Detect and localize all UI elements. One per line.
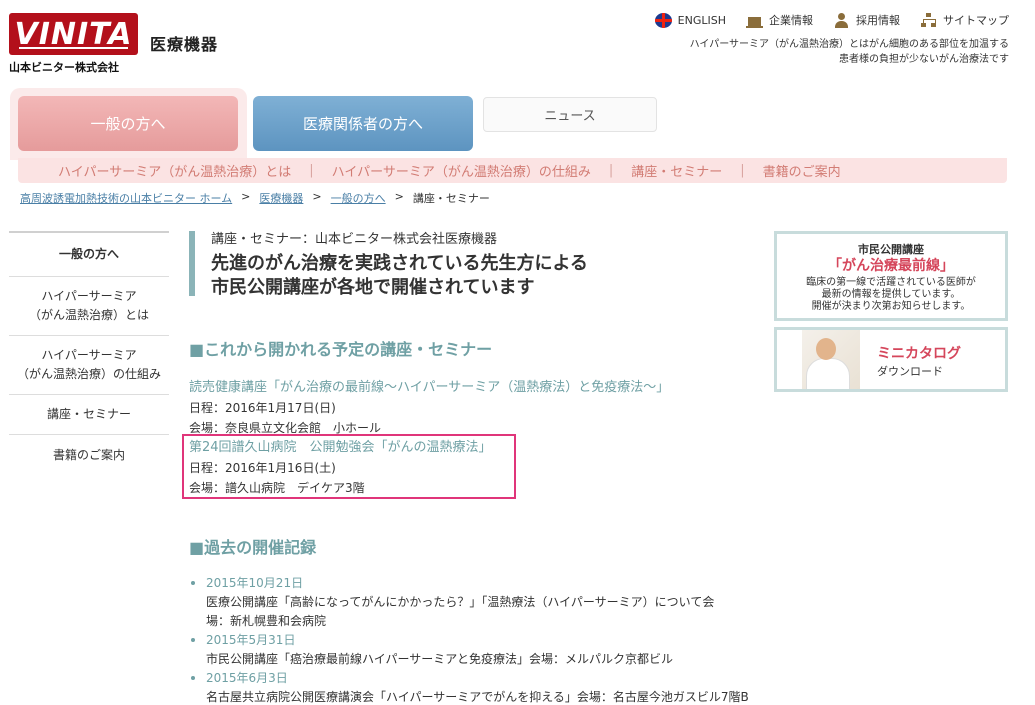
tab-general[interactable]: 一般の方へ (18, 96, 238, 151)
past-list: 2015年10月21日 医療公開講座「高齢になってがんにかかったら？」「温熱療法… (189, 574, 749, 705)
doctor-image (802, 330, 860, 389)
past-date-link[interactable]: 2015年10月21日 (206, 574, 749, 593)
top-link-company[interactable]: 企業情報 (746, 12, 813, 28)
leftnav-item-mechanism[interactable]: ハイパーサーミア （がん温熱治療）の仕組み (9, 336, 169, 395)
tab-medical[interactable]: 医療関係者の方へ (253, 96, 473, 151)
subnav-item-what-is[interactable]: ハイパーサーミア（がん温熱治療）とは (58, 161, 291, 180)
subnav-item-mechanism[interactable]: ハイパーサーミア（がん温熱治療）の仕組み (332, 161, 591, 180)
uk-flag-icon (654, 12, 672, 28)
list-item: 2015年5月31日 市民公開講座「癌治療最前線ハイパーサーミアと免疫療法」会場… (189, 631, 749, 669)
breadcrumb-current: 講座・セミナー (412, 192, 490, 205)
subnav-item-seminar[interactable]: 講座・セミナー (631, 161, 722, 180)
breadcrumb-medical[interactable]: 医療機器 (259, 190, 303, 206)
subnav-item-books[interactable]: 書籍のご案内 (763, 161, 841, 180)
tab-news[interactable]: ニュース (483, 97, 657, 132)
public-lecture-banner[interactable]: 市民公開講座 「がん治療最前線」 臨床の第一線で活躍されている医師が 最新の情報… (774, 231, 1008, 321)
top-links: ENGLISH 企業情報 採用情報 サイトマップ (654, 12, 1009, 28)
tagline: ハイパーサーミア（がん温熱治療）とはがん細胞のある部位を加温する 患者様の負担が… (689, 39, 1009, 65)
page-subtitle: 講座・セミナー：山本ビニター株式会社医療機器 (211, 232, 498, 247)
past-heading: ■過去の開催記録 (189, 538, 317, 557)
left-navigation: 一般の方へ ハイパーサーミア （がん温熱治療）とは ハイパーサーミア （がん温熱… (9, 231, 169, 475)
sub-navigation: ハイパーサーミア（がん温熱治療）とは | ハイパーサーミア（がん温熱治療）の仕組み… (18, 158, 1007, 183)
past-records: ■過去の開催記録 2015年10月21日 医療公開講座「高齢になってがんにかかっ… (189, 534, 749, 705)
top-link-recruit[interactable]: 採用情報 (833, 12, 900, 28)
leftnav-item-what-is[interactable]: ハイパーサーミア （がん温熱治療）とは (9, 277, 169, 336)
highlight-box (182, 434, 516, 499)
leftnav-item-seminar[interactable]: 講座・セミナー (9, 395, 169, 435)
page-title: 先進のがん治療を実践されている先生方による 市民公開講座が各地で開催されています (211, 253, 588, 298)
breadcrumb: 高周波誘電加熱技術の山本ビニター ホーム > 医療機器 > 一般の方へ > 講座… (20, 190, 490, 206)
event-title-link[interactable]: 読売健康講座「がん治療の最前線〜ハイパーサーミア（温熱療法）と免疫療法〜」 (189, 378, 749, 398)
top-link-sitemap[interactable]: サイトマップ (920, 12, 1009, 28)
past-date-link[interactable]: 2015年6月3日 (206, 669, 749, 688)
company-name: 山本ビニター株式会社 (9, 61, 119, 74)
list-item: 2015年10月21日 医療公開講座「高齢になってがんにかかったら？」「温熱療法… (189, 574, 749, 631)
building-icon (746, 12, 763, 28)
breadcrumb-home[interactable]: 高周波誘電加熱技術の山本ビニター ホーム (20, 190, 232, 206)
event-date: 日程：2016年1月17日(日) (189, 401, 336, 415)
upcoming-heading: ■これから開かれる予定の講座・セミナー (189, 340, 493, 359)
vinita-logo[interactable]: VINITA (9, 13, 138, 55)
past-date-link[interactable]: 2015年5月31日 (206, 631, 749, 650)
leftnav-item-books[interactable]: 書籍のご案内 (9, 435, 169, 475)
leftnav-item-general[interactable]: 一般の方へ (9, 233, 169, 277)
breadcrumb-general[interactable]: 一般の方へ (331, 190, 386, 206)
person-icon (833, 12, 850, 28)
page-title-block: 講座・セミナー：山本ビニター株式会社医療機器 先進のがん治療を実践されている先生… (189, 231, 749, 298)
top-link-english[interactable]: ENGLISH (654, 12, 726, 28)
sitemap-icon (920, 12, 937, 28)
list-item: 2015年6月3日 名古屋共立病院公開医療講演会「ハイパーサーミアでがんを抑える… (189, 669, 749, 705)
mini-catalog-banner[interactable]: ミニカタログ ダウンロード (774, 327, 1008, 392)
logo-subtitle: 医療機器 (150, 35, 219, 54)
